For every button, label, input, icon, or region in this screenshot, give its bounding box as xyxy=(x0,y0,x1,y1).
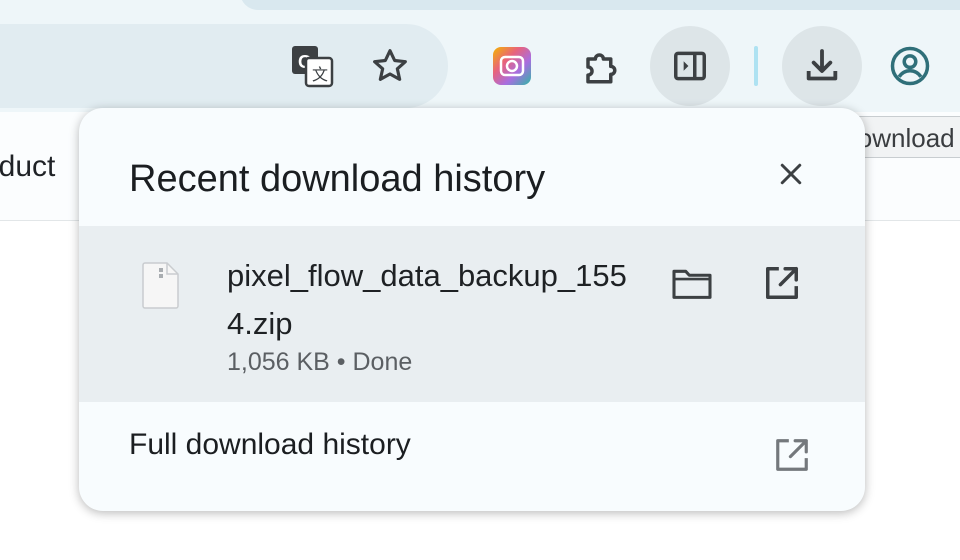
full-history-label: Full download history xyxy=(129,428,411,461)
profile-button[interactable] xyxy=(870,26,950,106)
extension-app-icon xyxy=(493,47,531,85)
side-panel-icon xyxy=(674,51,706,81)
side-panel-button[interactable] xyxy=(650,26,730,106)
browser-toolbar: G 文 xyxy=(0,0,960,112)
toolbar-separator xyxy=(754,46,758,86)
google-translate-icon: G 文 xyxy=(292,46,334,88)
download-item[interactable]: pixel_flow_data_backup_1554.zip 1,056 KB… xyxy=(79,226,865,402)
extension-app-button[interactable] xyxy=(472,26,552,106)
tab-strip xyxy=(240,0,960,10)
extensions-puzzle-icon xyxy=(586,53,617,84)
profile-icon xyxy=(890,46,930,86)
show-in-folder-button[interactable] xyxy=(667,258,717,308)
open-file-button[interactable] xyxy=(757,258,807,308)
open-external-icon xyxy=(766,267,798,299)
external-link-icon xyxy=(767,430,817,480)
download-button[interactable] xyxy=(782,26,862,106)
file-icon xyxy=(141,260,181,315)
download-file-name[interactable]: pixel_flow_data_backup_1554.zip xyxy=(227,252,647,348)
bookmark-star-icon xyxy=(373,49,407,81)
popup-title: Recent download history xyxy=(129,158,546,200)
full-download-history-link[interactable]: Full download history xyxy=(79,402,865,511)
svg-text:文: 文 xyxy=(312,66,328,84)
bookmark-item-label[interactable]: oduct xyxy=(0,150,55,184)
download-status: 1,056 KB • Done xyxy=(227,348,413,376)
folder-icon xyxy=(672,269,712,299)
bookmark-star-button[interactable] xyxy=(350,26,430,106)
download-icon xyxy=(806,49,838,81)
extensions-button[interactable] xyxy=(562,26,642,106)
close-button[interactable] xyxy=(769,152,813,196)
close-icon xyxy=(780,163,802,185)
google-translate-button[interactable]: G 文 xyxy=(272,26,352,106)
download-bubble: Recent download history pixel_flow_data_… xyxy=(79,108,865,511)
